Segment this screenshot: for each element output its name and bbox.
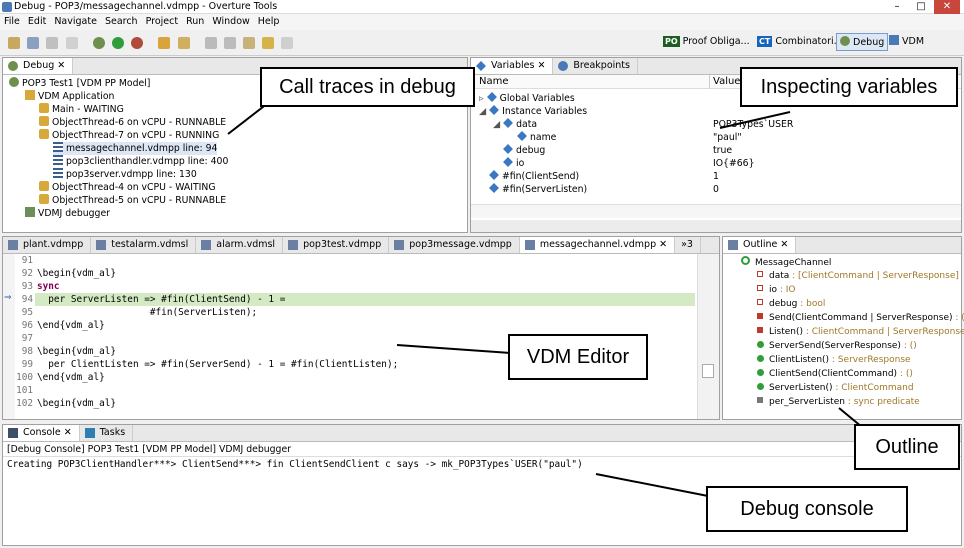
- callout-vdm-editor: VDM Editor: [508, 334, 648, 380]
- callout-variables: Inspecting variables: [740, 67, 958, 107]
- callout-outline: Outline: [854, 424, 960, 470]
- callout-call-traces: Call traces in debug: [260, 67, 475, 107]
- callout-debug-console: Debug console: [706, 486, 908, 532]
